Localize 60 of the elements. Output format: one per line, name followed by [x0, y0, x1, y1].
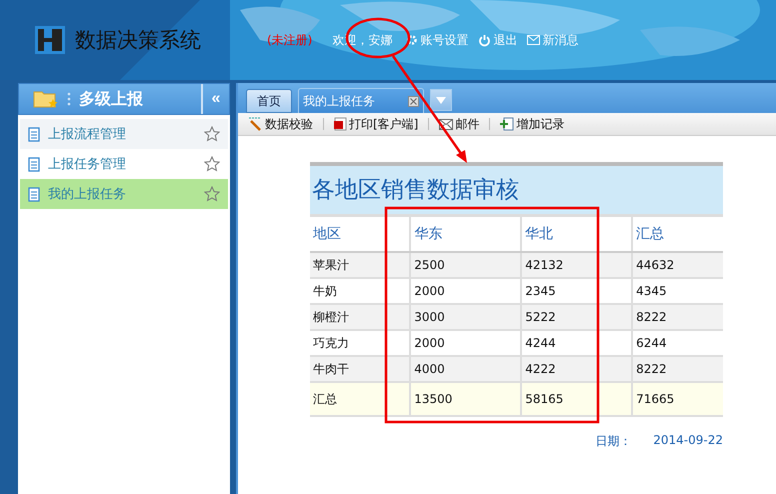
header-link[interactable]: 账号设置: [406, 32, 468, 48]
table-cell: 42132: [521, 252, 632, 278]
star-icon[interactable]: [204, 126, 220, 142]
toolbar-button[interactable]: 增加记录: [496, 116, 568, 132]
table-cell: 8222: [632, 304, 723, 330]
table-cell: 13500: [410, 382, 522, 416]
tab[interactable]: 我的上报任务: [298, 88, 424, 113]
app-title: 数据决策系统: [75, 27, 201, 54]
header-link[interactable]: 退出: [478, 32, 518, 48]
table-cell: 4345: [632, 278, 723, 304]
table-cell: 4222: [521, 356, 632, 382]
power-icon: [478, 34, 492, 46]
header-link[interactable]: 新消息: [527, 32, 578, 48]
registration-status: (未注册): [267, 32, 312, 48]
pencil-icon: [248, 117, 263, 131]
document-icon: [28, 126, 40, 142]
add-record-icon: [500, 117, 514, 131]
drag-handle-icon: [67, 92, 71, 106]
table-cell: 2500: [410, 252, 522, 278]
close-icon[interactable]: [408, 96, 419, 106]
toolbar-button[interactable]: 数据校验: [244, 116, 317, 132]
table-cell: 71665: [632, 382, 723, 416]
document-icon: [28, 156, 40, 172]
star-icon[interactable]: [204, 186, 220, 202]
table-cell: 4000: [410, 356, 522, 382]
table-cell: 柳橙汁: [310, 304, 410, 330]
table-cell: 苹果汁: [310, 252, 410, 278]
gear-icon: [406, 34, 418, 46]
table-cell: 58165: [521, 382, 632, 416]
document-icon: [334, 117, 347, 131]
date-value: 2014-09-22: [653, 433, 723, 449]
table-cell: 5222: [521, 304, 632, 330]
table-cell: 2000: [410, 330, 522, 356]
date-label: 日期：: [595, 433, 632, 450]
table-cell: 4244: [521, 330, 632, 356]
table-cell: 牛奶: [310, 278, 410, 304]
star-icon[interactable]: [204, 156, 220, 172]
report-title: 各地区销售数据审核: [310, 162, 723, 214]
table-cell: 2345: [521, 278, 632, 304]
toolbar-button[interactable]: 打印[客户端]: [330, 116, 422, 132]
annotation-ellipse: [346, 18, 410, 58]
table-cell: 牛肉干: [310, 356, 410, 382]
table-cell: 6244: [632, 330, 723, 356]
table-cell: 2000: [410, 278, 522, 304]
table-cell: 44632: [632, 252, 723, 278]
caret-icon: [436, 96, 446, 104]
logo-icon: [35, 26, 65, 54]
mail-icon: [527, 35, 540, 45]
table-cell: 3000: [410, 304, 522, 330]
sidebar-item[interactable]: 上报流程管理: [20, 119, 228, 149]
table-cell: 8222: [632, 356, 723, 382]
home-tab[interactable]: 首页: [246, 89, 292, 113]
sidebar-title: 多级上报: [79, 88, 144, 110]
table-cell: 汇总: [310, 382, 410, 416]
document-icon: [28, 186, 40, 202]
toolbar-button[interactable]: 邮件: [435, 116, 484, 132]
folder-star-icon: [33, 89, 59, 109]
collapse-button[interactable]: «: [201, 84, 229, 114]
sidebar-item[interactable]: 我的上报任务: [20, 179, 228, 209]
table-cell: 巧克力: [310, 330, 410, 356]
